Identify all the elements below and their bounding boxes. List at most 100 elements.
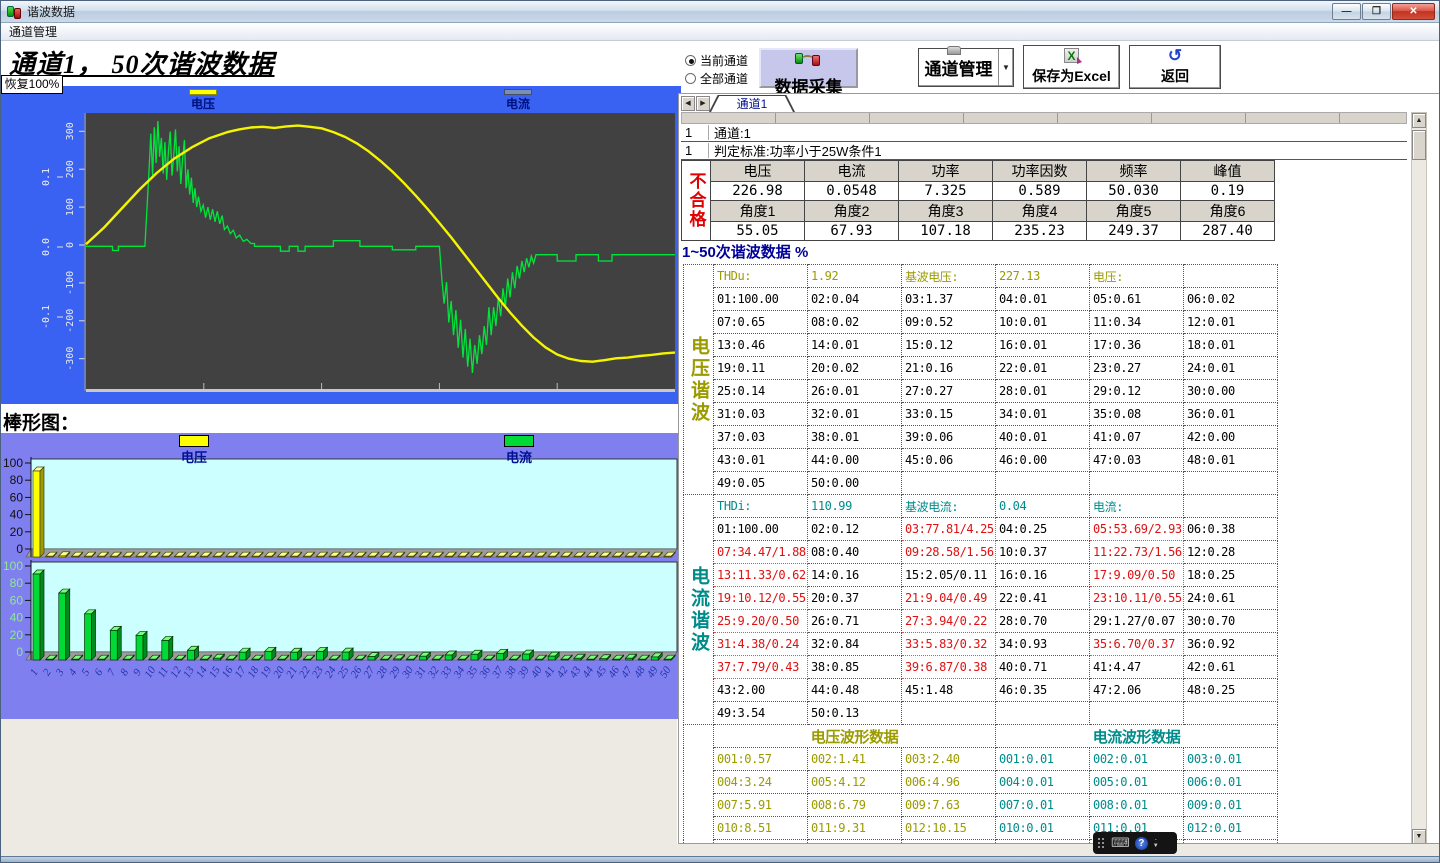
voltage-harmonic-cell: 21:0.16 <box>902 357 996 380</box>
voltage-harmonic-cell: 44:0.00 <box>808 449 902 472</box>
radio-dot[interactable] <box>685 73 696 84</box>
current-harmonic-cell: 14:0.16 <box>808 564 902 587</box>
menu-item-channel-management[interactable]: 通道管理 <box>1 23 65 40</box>
radio-current-channel[interactable]: 当前通道 <box>685 52 748 69</box>
svg-text:2: 2 <box>41 666 54 677</box>
current-waveform-header: 电流波形数据 <box>996 725 1278 748</box>
dropdown-arrow-icon[interactable]: ▼ <box>998 49 1013 86</box>
summary-value-cell: 226.98 <box>711 182 805 201</box>
current-waveform-cell: 002:0.01 <box>1090 748 1184 771</box>
voltage-harmonic-cell: 17:0.36 <box>1090 334 1184 357</box>
current-harmonic-cell: 08:0.40 <box>808 541 902 564</box>
current-harmonic-cell: 110.99 <box>808 495 902 518</box>
current-harmonic-cell: 41:4.47 <box>1090 656 1184 679</box>
current-harmonic-cell: 10:0.37 <box>996 541 1090 564</box>
voltage-waveform-cell: 004:3.24 <box>714 771 808 794</box>
voltage-harmonic-cell: 49:0.05 <box>714 472 808 495</box>
current-harmonic-cell: 29:1.27/0.07 <box>1090 610 1184 633</box>
tab-scroll-left-button[interactable]: ◀ <box>681 96 695 111</box>
voltage-harmonic-cell: 09:0.52 <box>902 311 996 334</box>
current-waveform-cell: 004:0.01 <box>996 771 1090 794</box>
current-harmonic-cell: 35:6.70/0.37 <box>1090 633 1184 656</box>
plug-icon <box>792 52 826 67</box>
ime-menu-icon[interactable]: ▼ <box>1153 843 1159 849</box>
save-excel-button[interactable]: X 保存为Excel <box>1023 45 1120 89</box>
scroll-up-button[interactable]: ▲ <box>1412 113 1426 128</box>
legend-current: 电流 <box>501 89 535 112</box>
svg-text:0: 0 <box>16 645 23 659</box>
voltage-waveform-cell: 008:6.79 <box>808 794 902 817</box>
current-harmonic-cell: 22:0.41 <box>996 587 1090 610</box>
current-harmonic-label: 电流谐波 <box>684 495 714 725</box>
voltage-harmonic-cell: 48:0.01 <box>1184 449 1278 472</box>
current-harmonic-cell: 11:22.73/1.56 <box>1090 541 1184 564</box>
current-harmonic-cell: 01:100.00 <box>714 518 808 541</box>
current-harmonic-cell: 28:0.70 <box>996 610 1090 633</box>
voltage-harmonic-cell: 27:0.27 <box>902 380 996 403</box>
voltage-harmonic-cell: 23:0.27 <box>1090 357 1184 380</box>
voltage-harmonic-cell: 31:0.03 <box>714 403 808 426</box>
back-button[interactable]: ↺ 返回 <box>1129 45 1221 89</box>
voltage-harmonic-cell: 29:0.12 <box>1090 380 1184 403</box>
current-harmonic-cell: 37:7.79/0.43 <box>714 656 808 679</box>
current-waveform-cell: 009:0.01 <box>1184 794 1278 817</box>
waveform-data-table: 电压波形数据电流波形数据001:0.57002:1.41003:2.40001:… <box>683 724 1278 844</box>
voltage-harmonic-cell <box>1090 472 1184 495</box>
voltage-waveform-cell: 005:4.12 <box>808 771 902 794</box>
radio-dot-selected[interactable] <box>685 55 696 66</box>
current-harmonic-cell: 46:0.35 <box>996 679 1090 702</box>
scrollbar-thumb[interactable] <box>1412 130 1426 160</box>
tab-channel-1[interactable]: 通道1 <box>709 95 795 112</box>
drag-handle-icon[interactable] <box>1097 837 1106 849</box>
summary-value-cell: 50.030 <box>1087 182 1181 201</box>
vertical-scrollbar[interactable]: ▲ ▼ <box>1411 112 1427 844</box>
taskbar[interactable] <box>1 856 1440 863</box>
voltage-waveform-cell: 009:7.63 <box>902 794 996 817</box>
current-harmonic-cell: THDi: <box>714 495 808 518</box>
minimize-button[interactable]: — <box>1332 3 1361 20</box>
summary-header-cell: 电压 <box>711 161 805 182</box>
current-harmonic-cell: 27:3.94/0.22 <box>902 610 996 633</box>
svg-text:6: 6 <box>92 666 105 677</box>
voltage-harmonic-cell: 13:0.46 <box>714 334 808 357</box>
voltage-harmonic-cell: 04:0.01 <box>996 288 1090 311</box>
current-harmonic-cell: 07:34.47/1.88 <box>714 541 808 564</box>
voltage-harmonic-cell: 227.13 <box>996 265 1090 288</box>
current-harmonic-cell: 15:2.05/0.11 <box>902 564 996 587</box>
svg-text:-300: -300 <box>65 347 76 371</box>
scroll-down-button[interactable]: ▼ <box>1412 829 1426 844</box>
ime-toolbar[interactable]: ⌨ ? -▼ <box>1093 832 1177 854</box>
tab-scroll-right-button[interactable]: ▶ <box>696 96 710 111</box>
voltage-harmonic-cell: 37:0.03 <box>714 426 808 449</box>
restore-button[interactable]: ❐ <box>1362 3 1391 20</box>
current-harmonic-cell: 02:0.12 <box>808 518 902 541</box>
help-icon[interactable]: ? <box>1135 837 1148 850</box>
voltage-harmonic-cell: 19:0.11 <box>714 357 808 380</box>
voltage-harmonic-cell <box>1184 472 1278 495</box>
svg-text:0.1: 0.1 <box>41 168 52 186</box>
summary-header-cell: 角度6 <box>1181 201 1275 222</box>
data-acquisition-button[interactable]: 数据采集 <box>759 48 858 88</box>
summary-value-cell: 107.18 <box>899 222 993 241</box>
channel-management-button[interactable]: 通道管理 ▼ <box>918 48 1014 87</box>
current-harmonic-cell: 25:9.20/0.50 <box>714 610 808 633</box>
keyboard-icon[interactable]: ⌨ <box>1111 833 1130 853</box>
current-harmonic-cell <box>1184 495 1278 518</box>
voltage-waveform-cell: 015:12.78 <box>902 840 996 845</box>
current-harmonic-cell: 43:2.00 <box>714 679 808 702</box>
voltage-waveform-header: 电压波形数据 <box>714 725 996 748</box>
bar-legend-voltage: 电压 <box>179 435 209 466</box>
current-harmonic-cell: 18:0.25 <box>1184 564 1278 587</box>
voltage-harmonic-cell <box>1184 265 1278 288</box>
close-button[interactable]: ✕ <box>1392 3 1435 20</box>
current-waveform-cell: 013:0.01 <box>996 840 1090 845</box>
svg-text:100: 100 <box>3 559 23 573</box>
svg-text:-0.1: -0.1 <box>41 305 52 329</box>
current-bar-swatch <box>504 435 534 447</box>
voltage-harmonics-table: 电压谐波THDu:1.92基波电压:227.13电压:01:100.0002:0… <box>683 264 1278 495</box>
current-waveform-cell: 008:0.01 <box>1090 794 1184 817</box>
svg-text:-100: -100 <box>65 271 76 295</box>
radio-all-channels[interactable]: 全部通道 <box>685 70 748 87</box>
restore-zoom-button[interactable]: 恢复100% <box>1 75 63 94</box>
summary-value-cell: 0.19 <box>1181 182 1275 201</box>
